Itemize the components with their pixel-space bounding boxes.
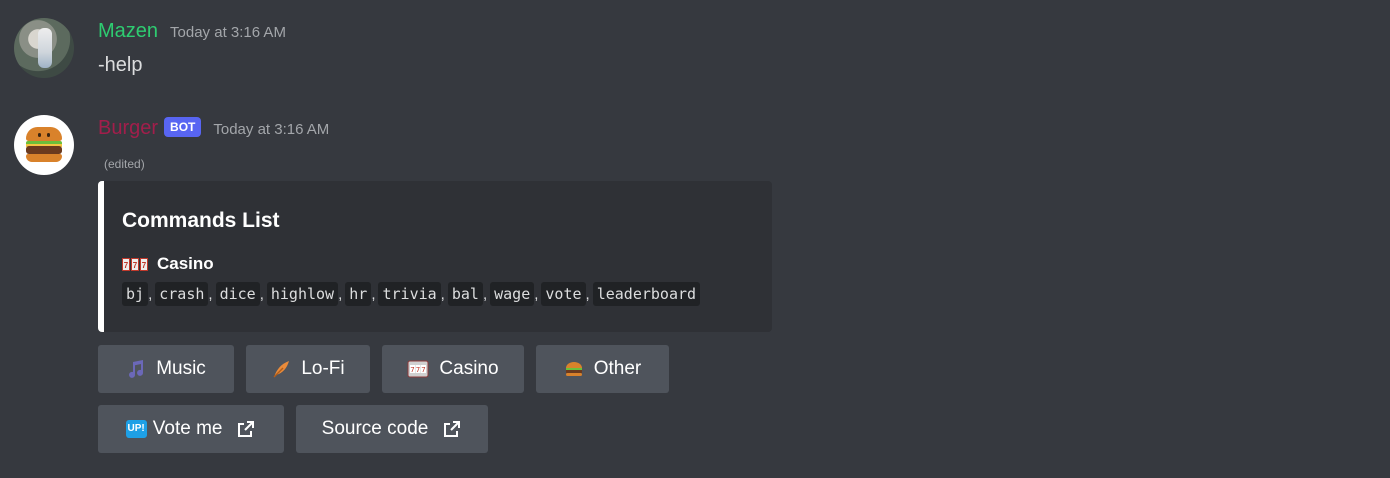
button-label: Other [593,358,642,379]
command-code: hr [345,282,372,306]
lofi-button[interactable]: Lo-Fi [246,345,370,393]
slot-machine-icon: 777 [122,257,148,271]
bot-badge: BOT [164,117,202,137]
burger-patty [26,146,62,154]
edited-label: (edited) [104,157,145,171]
embed-title: Commands List [122,209,280,232]
timestamp: Today at 3:16 AM [170,24,286,41]
button-label: Vote me [152,418,223,439]
user-avatar[interactable] [14,18,74,78]
command-code: bj [122,282,149,306]
embed: Commands List 777 Casino bj, crash, dice… [98,181,772,332]
timestamp: Today at 3:16 AM [213,121,330,138]
embed-field-name: 777 Casino [122,254,214,274]
command-code: trivia [378,282,441,306]
music-button[interactable]: Music [98,345,234,393]
command-code: leaderboard [592,282,701,306]
button-label: Music [156,358,206,379]
burger-eye [47,133,50,137]
svg-text:7: 7 [422,366,426,374]
source-code-button[interactable]: Source code [296,405,488,453]
button-label: Casino [439,358,499,379]
separator: , [259,285,264,303]
svg-text:7: 7 [411,366,415,374]
slot-machine-icon: 777 [407,359,429,379]
command-code: vote [541,282,586,306]
external-link-icon [236,419,256,439]
field-name-text: Casino [157,254,214,273]
separator: , [148,285,153,303]
separator: , [482,285,488,303]
command-code: dice [215,282,260,306]
external-link-icon [442,419,462,439]
music-note-icon [126,359,146,379]
bot-avatar[interactable] [14,115,74,175]
username[interactable]: Burger [98,117,158,140]
separator: , [585,285,590,303]
svg-text:7: 7 [416,366,420,374]
up-badge-icon: UP! [125,420,147,438]
separator: , [440,285,445,303]
burger-eye [38,133,41,137]
message-content: -help [98,54,143,76]
burger-bun-top [26,127,62,141]
vote-me-button[interactable]: UP! Vote me [98,405,284,453]
separator: , [208,285,213,303]
button-label: Source code [321,418,429,439]
command-code: wage [490,282,535,306]
separator: , [338,285,343,303]
username[interactable]: Mazen [98,20,158,43]
command-code: highlow [266,282,339,306]
button-label: Lo-Fi [301,358,345,379]
message-header: Burger BOT Today at 3:16 AM [98,117,329,140]
up-badge-text: UP! [125,420,147,438]
casino-button[interactable]: 777 Casino [382,345,524,393]
message-header: Mazen Today at 3:16 AM [98,20,286,43]
avatar-figure [38,28,52,68]
command-code: crash [155,282,209,306]
separator: , [371,285,376,303]
embed-field-value: bj, crash, dice, highlow, hr, trivia, ba… [122,282,701,306]
burger-bun-bottom [26,154,62,162]
feather-icon [271,359,291,379]
command-code: bal [447,282,483,306]
burger-icon [564,359,584,379]
other-button[interactable]: Other [536,345,669,393]
separator: , [534,285,539,303]
